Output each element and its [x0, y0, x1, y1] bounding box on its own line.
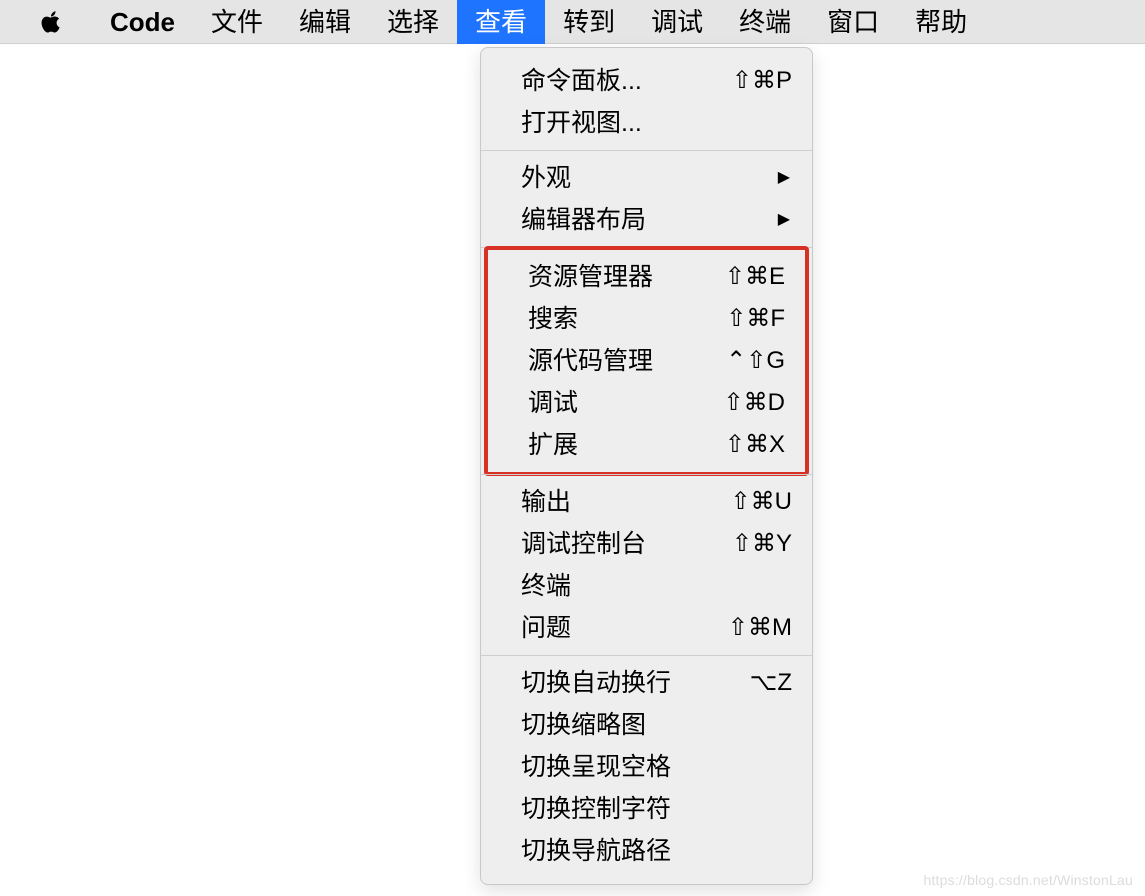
menu-label: 调试 [528, 384, 578, 422]
menu-extensions[interactable]: 扩展 ⇧⌘X [488, 424, 805, 466]
watermark-text: https://blog.csdn.net/WinstonLau [923, 872, 1133, 888]
menu-shortcut: ⇧⌘U [731, 483, 792, 521]
menu-label: 切换导航路径 [521, 832, 671, 870]
menu-shortcut: ⇧⌘P [732, 62, 792, 100]
menu-open-view[interactable]: 打开视图... [481, 102, 812, 144]
menu-editor-layout[interactable]: 编辑器布局 ▶ [481, 199, 812, 241]
menu-label: 切换呈现空格 [521, 748, 671, 786]
menu-label: 编辑器布局 [521, 201, 646, 239]
menubar: Code 文件 编辑 选择 查看 转到 调试 终端 窗口 帮助 [0, 0, 1145, 44]
dropdown-section-1: 命令面板... ⇧⌘P 打开视图... [481, 54, 812, 150]
menu-shortcut: ⇧⌘E [725, 258, 785, 296]
menu-label: 资源管理器 [528, 258, 653, 296]
submenu-arrow-icon: ▶ [778, 201, 790, 239]
menu-output[interactable]: 输出 ⇧⌘U [481, 481, 812, 523]
apple-logo-icon[interactable] [40, 9, 62, 35]
menu-toggle-whitespace[interactable]: 切换呈现空格 [481, 746, 812, 788]
menu-label: 源代码管理 [528, 342, 653, 380]
menu-file[interactable]: 文件 [193, 0, 281, 44]
dropdown-section-2: 外观 ▶ 编辑器布局 ▶ [481, 151, 812, 247]
menu-toggle-minimap[interactable]: 切换缩略图 [481, 704, 812, 746]
menu-problems[interactable]: 问题 ⇧⌘M [481, 607, 812, 649]
menu-command-palette[interactable]: 命令面板... ⇧⌘P [481, 60, 812, 102]
menu-scm[interactable]: 源代码管理 ⌃⇧G [488, 340, 805, 382]
menu-toggle-breadcrumbs[interactable]: 切换导航路径 [481, 830, 812, 872]
menu-label: 外观 [521, 159, 571, 197]
menu-label: 切换缩略图 [521, 706, 646, 744]
menu-label: 终端 [521, 567, 571, 605]
menu-terminal-panel[interactable]: 终端 [481, 565, 812, 607]
menu-label: 切换自动换行 [521, 664, 671, 702]
menu-label: 输出 [521, 483, 571, 521]
menu-shortcut: ⌃⇧G [726, 342, 785, 380]
dropdown-section-5: 切换自动换行 ⌥Z 切换缩略图 切换呈现空格 切换控制字符 切换导航路径 [481, 656, 812, 878]
menu-shortcut: ⇧⌘X [725, 426, 785, 464]
menu-search[interactable]: 搜索 ⇧⌘F [488, 298, 805, 340]
menu-edit[interactable]: 编辑 [281, 0, 369, 44]
menu-debug[interactable]: 调试 [633, 0, 721, 44]
menu-label: 调试控制台 [521, 525, 646, 563]
dropdown-section-4: 输出 ⇧⌘U 调试控制台 ⇧⌘Y 终端 问题 ⇧⌘M [481, 475, 812, 655]
menu-window[interactable]: 窗口 [809, 0, 897, 44]
app-name[interactable]: Code [92, 0, 193, 44]
menu-label: 扩展 [528, 426, 578, 464]
menu-label: 命令面板... [521, 62, 642, 100]
menu-explorer[interactable]: 资源管理器 ⇧⌘E [488, 256, 805, 298]
menu-label: 打开视图... [521, 104, 642, 142]
menu-shortcut: ⇧⌘D [724, 384, 785, 422]
menu-go[interactable]: 转到 [545, 0, 633, 44]
menu-debug-panel[interactable]: 调试 ⇧⌘D [488, 382, 805, 424]
menu-shortcut: ⌥Z [750, 664, 792, 702]
view-dropdown: 命令面板... ⇧⌘P 打开视图... 外观 ▶ 编辑器布局 ▶ 资源管理器 ⇧… [480, 47, 813, 885]
menu-shortcut: ⇧⌘M [728, 609, 792, 647]
menu-toggle-control-chars[interactable]: 切换控制字符 [481, 788, 812, 830]
menu-select[interactable]: 选择 [369, 0, 457, 44]
highlighted-section: 资源管理器 ⇧⌘E 搜索 ⇧⌘F 源代码管理 ⌃⇧G 调试 ⇧⌘D 扩展 ⇧⌘X [484, 246, 809, 476]
menu-label: 问题 [521, 609, 571, 647]
submenu-arrow-icon: ▶ [778, 159, 790, 197]
menu-shortcut: ⇧⌘F [726, 300, 785, 338]
menu-toggle-wrap[interactable]: 切换自动换行 ⌥Z [481, 662, 812, 704]
menu-appearance[interactable]: 外观 ▶ [481, 157, 812, 199]
menu-label: 搜索 [528, 300, 578, 338]
menu-help[interactable]: 帮助 [897, 0, 985, 44]
menu-shortcut: ⇧⌘Y [732, 525, 792, 563]
menu-debug-console[interactable]: 调试控制台 ⇧⌘Y [481, 523, 812, 565]
menu-label: 切换控制字符 [521, 790, 671, 828]
menu-terminal[interactable]: 终端 [721, 0, 809, 44]
menu-view[interactable]: 查看 [457, 0, 545, 44]
